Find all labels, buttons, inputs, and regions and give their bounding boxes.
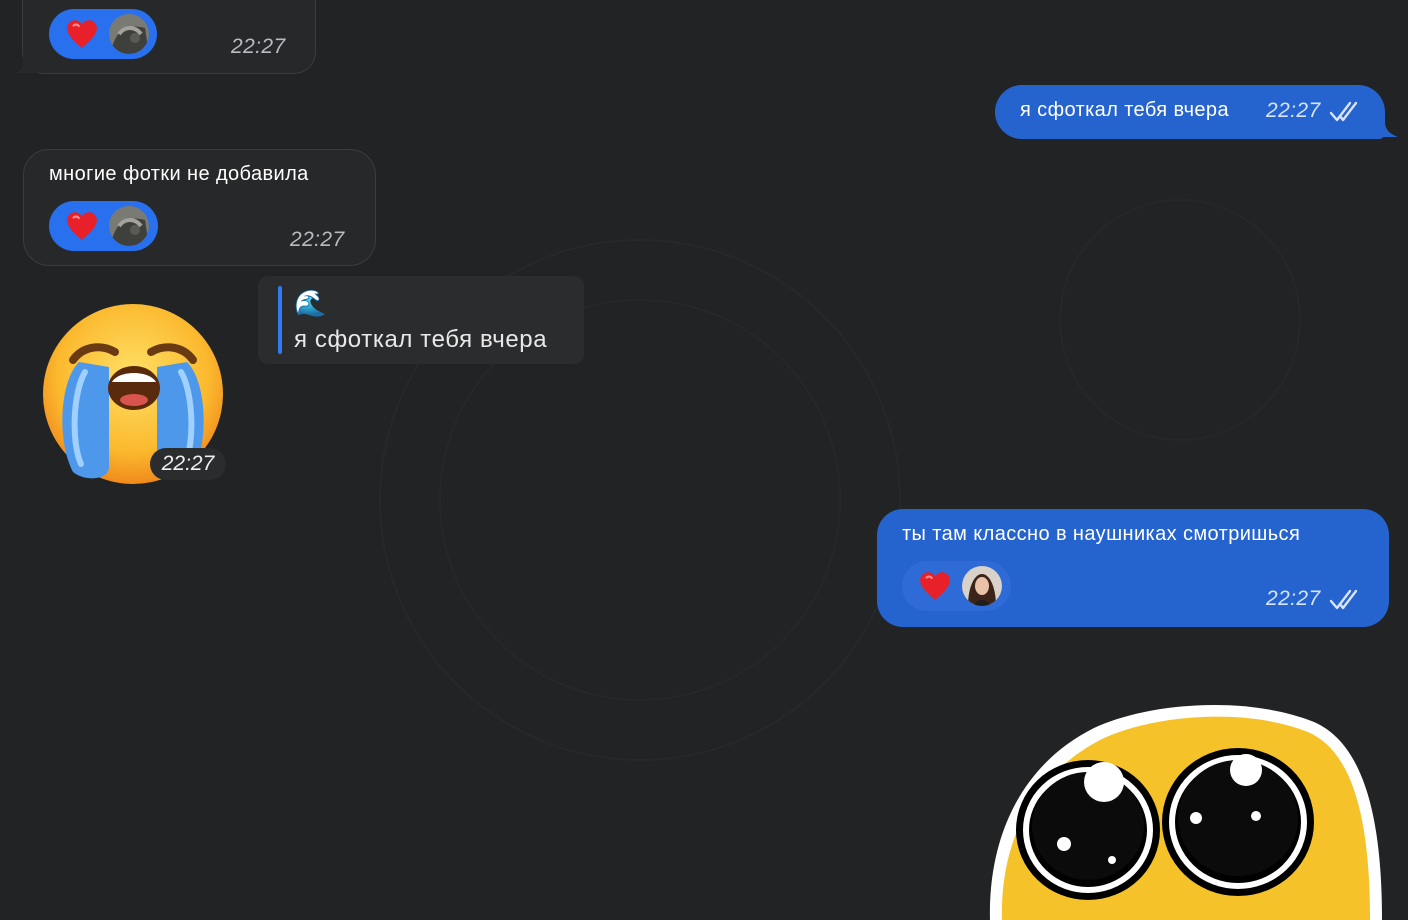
reply-bar: [278, 286, 282, 354]
reply-text: я сфоткал тебя вчера: [294, 326, 548, 353]
message-text: я сфоткал тебя вчера: [1020, 99, 1229, 121]
reaction-pill[interactable]: [49, 9, 157, 59]
heart-icon: [920, 572, 950, 600]
bubble-tail: [12, 56, 38, 73]
double-check-icon: [1329, 101, 1358, 122]
reply-preview[interactable]: 🌊 я сфоткал тебя вчера: [258, 276, 584, 364]
reaction-pill[interactable]: [902, 561, 1011, 611]
heart-icon: [67, 20, 97, 48]
message-time: 22:27: [1266, 99, 1321, 122]
message-time: 22:27: [231, 35, 286, 58]
message-outgoing-2[interactable]: ты там классно в наушниках смотришься 22…: [877, 509, 1389, 627]
reactor-avatar: [962, 566, 1002, 606]
pleading-eyes-sticker[interactable]: [984, 698, 1384, 920]
message-text: многие фотки не добавила: [49, 163, 309, 185]
double-check-icon: [1329, 589, 1358, 610]
heart-icon: [67, 212, 97, 240]
bubble-tail: [1378, 124, 1398, 137]
message-time: 22:27: [161, 452, 215, 475]
reactor-avatar: [109, 14, 149, 54]
message-incoming-1[interactable]: 22:27: [22, 0, 316, 74]
message-incoming-2[interactable]: многие фотки не добавила 22:27: [23, 149, 376, 266]
message-outgoing-1[interactable]: я сфоткал тебя вчера 22:27: [995, 85, 1385, 139]
message-time: 22:27: [290, 228, 345, 251]
reaction-pill[interactable]: [49, 201, 158, 251]
sticker-time-badge: 22:27: [150, 448, 226, 480]
reply-emoji: 🌊: [294, 288, 327, 318]
chat-window: 22:27 я сфоткал тебя вчера 22:27 многие …: [0, 0, 1408, 920]
message-text: ты там классно в наушниках смотришься: [902, 523, 1301, 545]
message-time: 22:27: [1266, 587, 1321, 610]
reactor-avatar: [109, 206, 149, 246]
